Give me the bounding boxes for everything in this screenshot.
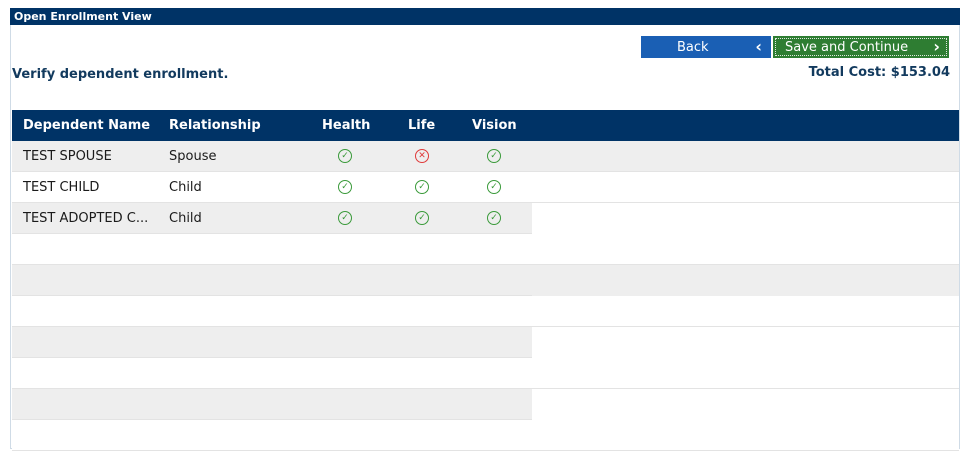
total-cost: Total Cost: $153.04 — [808, 65, 950, 80]
check-circle-icon: ✓ — [338, 180, 352, 194]
dependent-relationship: Child — [169, 180, 202, 195]
check-circle-icon: ✓ — [338, 149, 352, 163]
dependent-relationship: Child — [169, 211, 202, 226]
table-row[interactable]: TEST ADOPTED C... Child ✓ ✓ ✓ — [12, 203, 959, 234]
column-header-dependent-name[interactable]: Dependent Name — [23, 110, 150, 141]
chevron-left-icon: ‹ — [755, 37, 762, 56]
table-header: Dependent Name Relationship Health Life … — [12, 110, 959, 141]
empty-row — [12, 420, 959, 451]
row-filler — [532, 327, 959, 358]
back-button[interactable]: Back ‹ — [641, 36, 771, 58]
back-button-label: Back — [677, 39, 709, 55]
window-title-bar: Open Enrollment View — [10, 8, 960, 25]
empty-row — [12, 389, 959, 420]
empty-row — [12, 327, 959, 358]
check-circle-icon: ✓ — [487, 211, 501, 225]
chevron-right-icon: › — [933, 37, 940, 56]
dependent-name: TEST ADOPTED C... — [23, 211, 149, 226]
check-circle-icon: ✓ — [415, 180, 429, 194]
empty-row — [12, 296, 959, 327]
column-header-health[interactable]: Health — [322, 110, 370, 141]
row-filler — [532, 203, 959, 234]
dependent-name: TEST SPOUSE — [23, 149, 112, 164]
table-row[interactable]: TEST SPOUSE Spouse ✓ ✕ ✓ — [12, 141, 959, 172]
row-filler — [532, 389, 959, 420]
empty-row — [12, 358, 959, 389]
instruction-text: Verify dependent enrollment. — [12, 67, 229, 82]
empty-row — [12, 265, 959, 296]
x-circle-icon: ✕ — [415, 149, 429, 163]
dependent-relationship: Spouse — [169, 149, 217, 164]
row-filler — [532, 265, 959, 296]
column-header-life[interactable]: Life — [408, 110, 435, 141]
check-circle-icon: ✓ — [487, 180, 501, 194]
window-title: Open Enrollment View — [14, 10, 152, 23]
column-header-relationship[interactable]: Relationship — [169, 110, 261, 141]
column-header-vision[interactable]: Vision — [472, 110, 517, 141]
dependents-table: Dependent Name Relationship Health Life … — [12, 110, 959, 451]
empty-row — [12, 234, 959, 265]
save-and-continue-button[interactable]: Save and Continue › — [773, 36, 949, 58]
table-row[interactable]: TEST CHILD Child ✓ ✓ ✓ — [12, 172, 959, 203]
dependent-name: TEST CHILD — [23, 180, 100, 195]
check-circle-icon: ✓ — [415, 211, 429, 225]
check-circle-icon: ✓ — [338, 211, 352, 225]
save-button-label: Save and Continue — [785, 39, 909, 55]
check-circle-icon: ✓ — [487, 149, 501, 163]
